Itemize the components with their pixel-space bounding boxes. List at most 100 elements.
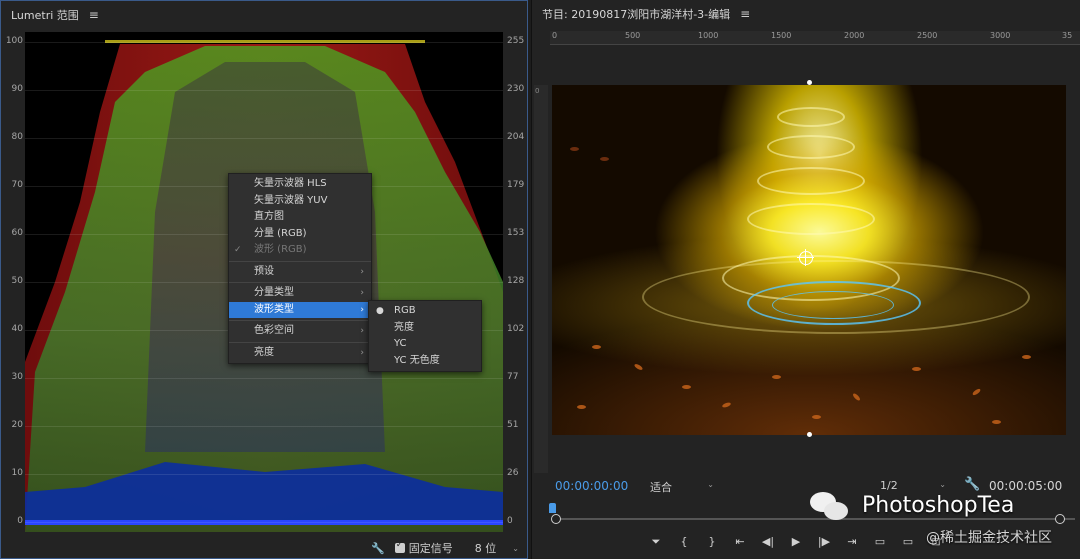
menu-item-brightness[interactable]: 亮度 › [229,345,371,362]
hamburger-icon[interactable]: ≡ [89,8,99,22]
program-panel-header: 节目: 20190817浏阳市湖洋村-3-编辑 ≡ [532,0,1080,28]
y-axis-label-right: 128 [507,276,525,286]
leaf [992,420,1001,424]
y-axis-label-right: 26 [507,468,519,478]
wechat-icon [810,488,852,522]
transport-controls: ⏷{} ⇤ ◀| ▶ |▶ ⇥ ▭ ▭ ⊡ [642,533,950,551]
menu-item-label: 色彩空间 [254,325,294,336]
light-ring [767,135,855,159]
watermark-sub: @稀土掘金技术社区 [926,530,1052,546]
go-to-out-icon[interactable]: ⇥ [838,533,866,551]
ruler-label: 1000 [698,31,719,40]
y-axis-label: 10 [11,468,23,478]
menu-item-label: 分量 (RGB) [254,227,307,239]
playhead[interactable] [549,503,556,513]
grid-line [25,42,503,43]
menu-item-label: 矢量示波器 YUV [254,194,328,206]
submenu-item-rgb[interactable]: ● RGB [369,303,481,320]
y-axis-label-right: 77 [507,372,519,382]
grid-line [25,90,503,91]
submenu-item-luma[interactable]: 亮度 [369,320,481,337]
frame-handle[interactable] [807,432,812,437]
leaf [912,367,921,371]
anchor-crosshair-icon[interactable] [797,249,814,266]
menu-separator [229,320,371,321]
y-axis-label-right: 230 [507,84,525,94]
program-panel-title: 节目: 20190817浏阳市湖洋村-3-编辑 [542,8,731,21]
leaf [772,375,781,379]
chevron-right-icon: › [360,288,364,298]
y-axis-label: 0 [17,516,23,526]
menu-item-histogram[interactable]: 直方图 [229,209,371,226]
zoom-fit-dropdown[interactable]: 适合 ⌄ [650,479,716,494]
menu-item-presets[interactable]: 预设 › [229,264,371,281]
y-axis-label: 50 [11,276,23,286]
mark-out-icon[interactable]: } [698,533,726,551]
y-axis-label: 60 [11,228,23,238]
leaf [812,415,821,419]
marker-icon[interactable]: ⏷ [642,533,670,551]
leaf [577,405,586,409]
go-to-in-icon[interactable]: ⇤ [726,533,754,551]
step-forward-icon[interactable]: |▶ [810,533,838,551]
leaf [971,387,982,397]
ruler-label: 500 [625,31,641,40]
step-back-icon[interactable]: ◀| [754,533,782,551]
y-axis-label-right: 51 [507,420,519,430]
y-axis-label: 80 [11,132,23,142]
wrench-icon[interactable]: 🔧 [371,542,385,555]
program-monitor-panel: 节目: 20190817浏阳市湖洋村-3-编辑 ≡ 0 500 1000 150… [531,0,1080,559]
clamp-signal-checkbox[interactable]: 固定信号 [394,540,453,556]
menu-item-parade-type[interactable]: 分量类型 › [229,285,371,302]
clamp-signal-label: 固定信号 [408,542,453,555]
menu-item-vectorscope-hls[interactable]: 矢量示波器 HLS [229,176,371,193]
y-axis-label-right: 0 [507,516,513,526]
menu-item-color-space[interactable]: 色彩空间 › [229,323,371,340]
scopes-footer: 🔧 固定信号 8 位 ⌄ [1,537,527,559]
ruler-label: 3000 [990,31,1011,40]
grid-line [25,378,503,379]
program-video-frame[interactable] [552,85,1066,435]
extract-icon[interactable]: ▭ [894,533,922,551]
y-axis-label: 70 [11,180,23,190]
menu-item-label: 分量类型 [254,287,294,298]
current-timecode[interactable]: 00:00:00:00 [555,479,628,493]
bit-depth-label: 8 位 [474,542,497,555]
menu-item-label: 波形 (RGB) [254,244,307,255]
y-axis-label: 30 [11,372,23,382]
leaf [633,363,644,371]
frame-handle[interactable] [807,80,812,85]
y-axis-label: 100 [5,36,23,46]
submenu-item-label: 亮度 [394,321,414,333]
context-menu: 矢量示波器 HLS 矢量示波器 YUV 直方图 分量 (RGB) ✓ 波形 (RG… [228,173,372,364]
menu-item-waveform-type[interactable]: 波形类型 › [229,301,371,318]
menu-item-parade-rgb[interactable]: 分量 (RGB) [229,226,371,243]
play-icon[interactable]: ▶ [782,533,810,551]
watermark: PhotoshopTea [810,488,1014,522]
checkbox-icon [394,540,405,553]
menu-item-vectorscope-yuv[interactable]: 矢量示波器 YUV [229,193,371,210]
chevron-right-icon: › [360,266,364,277]
ruler-label: 2000 [844,31,865,40]
ruler-label: 0 [535,87,540,95]
leaf [570,147,579,151]
leaf [851,392,862,402]
hamburger-icon[interactable]: ≡ [740,7,750,21]
light-ring [747,203,875,235]
submenu-item-label: RGB [394,305,416,316]
mark-in-icon[interactable]: { [670,533,698,551]
submenu-item-label: YC 无色度 [394,354,440,366]
fit-label: 适合 [650,481,672,494]
chevron-down-icon: ⌄ [707,480,714,489]
scrub-start-handle[interactable] [551,514,561,524]
scrub-end-handle[interactable] [1055,514,1065,524]
grid-line [25,474,503,475]
vertical-ruler: 0 [534,85,548,473]
menu-separator [229,282,371,283]
bit-depth-dropdown[interactable]: 8 位 ⌄ [475,540,519,556]
submenu-item-yc[interactable]: YC [369,336,481,353]
chevron-right-icon: › [360,304,364,315]
lift-icon[interactable]: ▭ [866,533,894,551]
grid-line [25,138,503,139]
submenu-item-yc-no-chroma[interactable]: YC 无色度 [369,353,481,370]
